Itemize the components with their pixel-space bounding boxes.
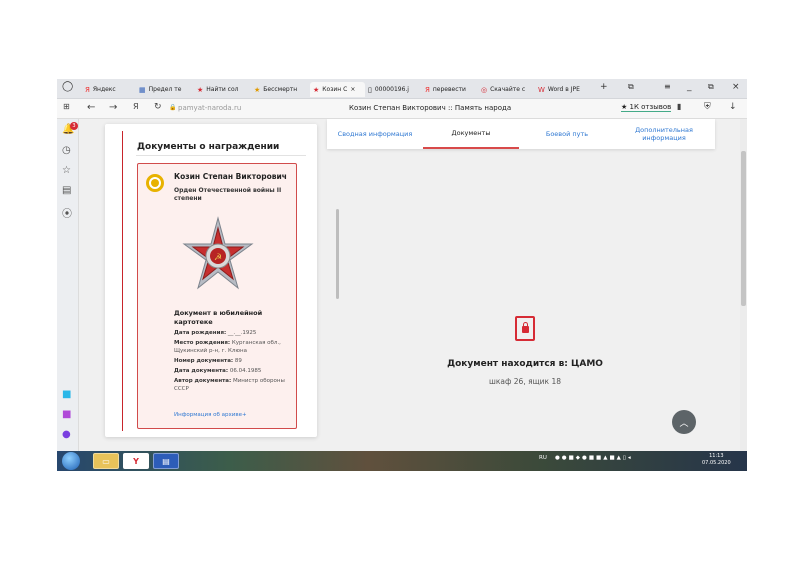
field-doc-author: Автор документа: Министр обороны СССР bbox=[174, 377, 285, 392]
yandex-taskbar-icon[interactable]: Y bbox=[123, 453, 149, 469]
tabs-menu-icon[interactable]: ⧉ bbox=[628, 82, 634, 92]
minimize-icon[interactable]: _ bbox=[687, 82, 692, 92]
apps-grid-icon[interactable]: ⊞ bbox=[63, 102, 70, 111]
card-heading: Документы о награждении bbox=[137, 142, 280, 152]
tab-8[interactable]: W Word в JPE bbox=[538, 82, 593, 97]
side-panel: 🔔 3 ◷ ☆ ▤ ⦿ ■ ■ ● bbox=[57, 119, 79, 451]
reviews-link[interactable]: ★ 1К отзывов bbox=[621, 103, 672, 112]
assistant-icon[interactable]: ● bbox=[62, 429, 71, 440]
page-tabs: Сводная информация Документы Боевой путь… bbox=[327, 119, 715, 149]
start-button[interactable] bbox=[62, 452, 80, 470]
tray-icons[interactable]: ●●■◆●■■▲■▲▯◂ bbox=[555, 455, 633, 461]
star-icon: ★ bbox=[197, 85, 204, 94]
messenger-icon[interactable]: ■ bbox=[62, 389, 71, 400]
archive-location-shelf: шкаф 26, ящик 18 bbox=[488, 377, 561, 386]
taskbar: ▭ Y ▤ RU ●●■◆●■■▲■▲▯◂ 11:13 07.05.2020 bbox=[57, 451, 747, 471]
tab-additional-info[interactable]: Дополнительная информация bbox=[617, 119, 711, 149]
tab-summary[interactable]: Сводная информация bbox=[327, 119, 423, 149]
tab-0[interactable]: Я Яндекс bbox=[85, 82, 133, 97]
collections-icon[interactable]: ▤ bbox=[62, 185, 71, 196]
lock-icon: 🔒 bbox=[169, 104, 177, 111]
card-scrollbar[interactable] bbox=[336, 209, 339, 299]
restore-icon[interactable]: ⧉ bbox=[708, 82, 714, 92]
tab-2[interactable]: ★ Найти сол bbox=[197, 82, 249, 97]
menu-icon[interactable]: ≡ bbox=[664, 82, 671, 91]
star-icon: ★ bbox=[254, 85, 261, 94]
tab-6[interactable]: Я перевести bbox=[425, 82, 477, 97]
doc-fields: Дата рождения: __.__.1925 Место рождения… bbox=[174, 330, 294, 396]
award-entry[interactable]: Козин Степан Викторович Орден Отечествен… bbox=[137, 163, 297, 429]
player-icon[interactable]: ⦿ bbox=[62, 205, 72, 220]
tab-bar: ◯ Я Яндекс ▦ Предел те ★ Найти сол ★ Бес… bbox=[57, 79, 747, 99]
yandex-home-icon[interactable]: Я bbox=[133, 102, 139, 111]
explorer-taskbar-icon[interactable]: ▭ bbox=[93, 453, 119, 469]
opera-icon: ◎ bbox=[481, 85, 488, 94]
forward-icon[interactable]: → bbox=[109, 102, 117, 113]
protect-icon[interactable]: ⛨ bbox=[704, 102, 711, 112]
tab-combat-path[interactable]: Боевой путь bbox=[519, 119, 615, 149]
tab-3[interactable]: ★ Бессмертн bbox=[254, 82, 306, 97]
bookmark-icon[interactable]: ▮ bbox=[677, 102, 681, 111]
page-scrollbar[interactable] bbox=[740, 119, 747, 451]
download-icon[interactable]: ↓ bbox=[729, 102, 737, 112]
scrollbar-thumb[interactable] bbox=[741, 151, 746, 306]
close-tab-icon[interactable]: × bbox=[350, 86, 355, 93]
chevron-up-icon: ︿ bbox=[679, 418, 689, 429]
history-icon[interactable]: ◷ bbox=[62, 145, 71, 156]
document-taskbar-icon[interactable]: ▤ bbox=[153, 453, 179, 469]
notification-badge: 3 bbox=[70, 122, 78, 130]
award-card: Документы о награждении Козин Степан Вик… bbox=[105, 124, 339, 437]
svg-text:☭: ☭ bbox=[214, 253, 222, 263]
profile-icon[interactable]: ◯ bbox=[62, 81, 73, 92]
order-medal-image: ☭ bbox=[182, 216, 254, 290]
reload-icon[interactable]: ↻ bbox=[154, 102, 162, 112]
doc-title: Документ в юбилейной картотеке bbox=[174, 309, 263, 326]
tab-documents[interactable]: Документы bbox=[423, 119, 519, 149]
close-icon[interactable]: × bbox=[732, 82, 740, 92]
field-birth-place: Место рождения: Курганская обл., Щукинск… bbox=[174, 339, 281, 354]
medal-badge-icon bbox=[146, 174, 164, 192]
star-icon: ★ bbox=[313, 85, 320, 94]
order-name: Орден Отечественной войны II степени bbox=[174, 187, 282, 203]
field-doc-date: Дата документа: 06.04.1985 bbox=[174, 367, 262, 374]
person-name: Козин Степан Викторович bbox=[174, 172, 287, 181]
clock[interactable]: 11:13 07.05.2020 bbox=[702, 453, 731, 466]
page-icon: ▦ bbox=[139, 85, 146, 94]
favorites-icon[interactable]: ☆ bbox=[62, 165, 71, 176]
word-icon: W bbox=[538, 85, 545, 94]
language-indicator[interactable]: RU bbox=[539, 455, 547, 461]
back-icon[interactable]: ← bbox=[87, 102, 95, 113]
file-icon: ▯ bbox=[368, 85, 372, 94]
address-bar: ⊞ ← → Я ↻ 🔒 pamyat-naroda.ru Козин Степа… bbox=[57, 99, 747, 119]
scroll-to-top-button[interactable]: ︿ bbox=[672, 410, 696, 434]
page-content: Документы о награждении Козин Степан Вик… bbox=[79, 119, 743, 451]
tab-1[interactable]: ▦ Предел те bbox=[139, 82, 191, 97]
archive-location-title: Документ находится в: ЦАМО bbox=[447, 359, 603, 369]
tab-7[interactable]: ◎ Скачайте с bbox=[481, 82, 533, 97]
browser-window: ◯ Я Яндекс ▦ Предел те ★ Найти сол ★ Бес… bbox=[57, 79, 747, 471]
field-doc-number: Номер документа: 89 bbox=[174, 357, 242, 364]
locked-document-icon bbox=[515, 316, 535, 341]
divider bbox=[136, 155, 306, 156]
timeline-line bbox=[122, 131, 123, 431]
archive-info-link[interactable]: Информация об архиве+ bbox=[174, 412, 247, 418]
url-field[interactable]: pamyat-naroda.ru bbox=[178, 104, 241, 112]
alice-icon[interactable]: ■ bbox=[62, 409, 71, 420]
page-title: Козин Степан Викторович :: Память народа bbox=[349, 104, 512, 112]
tab-5[interactable]: ▯ 00000196.j bbox=[368, 82, 420, 97]
clock-date: 07.05.2020 bbox=[702, 459, 731, 466]
field-birth-date: Дата рождения: __.__.1925 bbox=[174, 330, 257, 336]
new-tab-button[interactable]: + bbox=[600, 82, 608, 92]
yandex-icon: Я bbox=[425, 85, 430, 94]
yandex-icon: Я bbox=[85, 85, 90, 94]
tab-4-active[interactable]: ★ Козин С × bbox=[310, 82, 365, 97]
